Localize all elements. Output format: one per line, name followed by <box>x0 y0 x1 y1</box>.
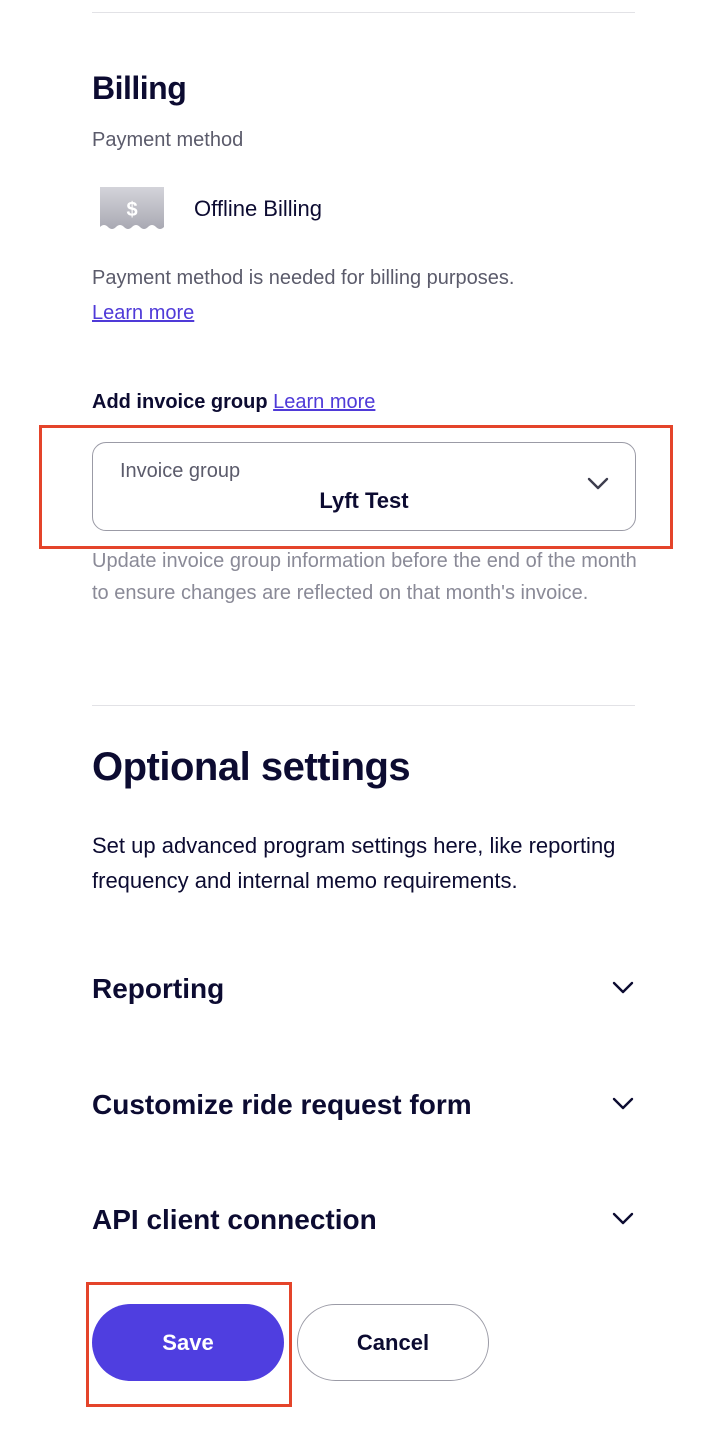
add-invoice-group-label: Add invoice group <box>92 391 268 413</box>
accordion-customize-ride-request-form[interactable]: Customize ride request form <box>92 1085 636 1125</box>
invoice-group-help: Update invoice group information before … <box>92 550 637 604</box>
billing-learn-more-link[interactable]: Learn more <box>92 299 194 327</box>
chevron-down-icon <box>612 981 634 994</box>
svg-text:$: $ <box>126 199 137 221</box>
accordion-title: Customize ride request form <box>92 1089 472 1120</box>
invoice-group-select-label: Invoice group <box>120 460 241 482</box>
optional-settings-description: Set up advanced program settings here, l… <box>92 833 616 893</box>
optional-settings-heading: Optional settings <box>92 745 411 789</box>
chevron-down-icon <box>612 1212 634 1225</box>
accordion-api-client-connection[interactable]: API client connection <box>92 1200 636 1240</box>
payment-method-label: Payment method <box>92 129 244 151</box>
accordion-title: API client connection <box>92 1204 377 1235</box>
section-divider <box>92 705 635 706</box>
accordion-title: Reporting <box>92 973 225 1004</box>
accordion-reporting[interactable]: Reporting <box>92 969 636 1009</box>
cancel-button[interactable]: Cancel <box>297 1304 489 1381</box>
billing-heading: Billing <box>92 70 187 106</box>
invoice-group-learn-more-link[interactable]: Learn more <box>273 391 375 413</box>
chevron-down-icon <box>612 1097 634 1110</box>
dollar-bill-icon: $ <box>100 187 164 229</box>
payment-method-help: Payment method is needed for billing pur… <box>92 267 515 289</box>
add-invoice-group-row: Add invoice group Learn more <box>92 388 375 416</box>
top-divider <box>92 12 635 13</box>
payment-method-value: Offline Billing <box>194 196 322 221</box>
invoice-group-select-value: Lyft Test <box>319 488 409 513</box>
save-button[interactable]: Save <box>92 1304 284 1381</box>
invoice-group-select[interactable]: Invoice group Lyft Test <box>92 442 636 531</box>
chevron-down-icon <box>587 477 609 490</box>
